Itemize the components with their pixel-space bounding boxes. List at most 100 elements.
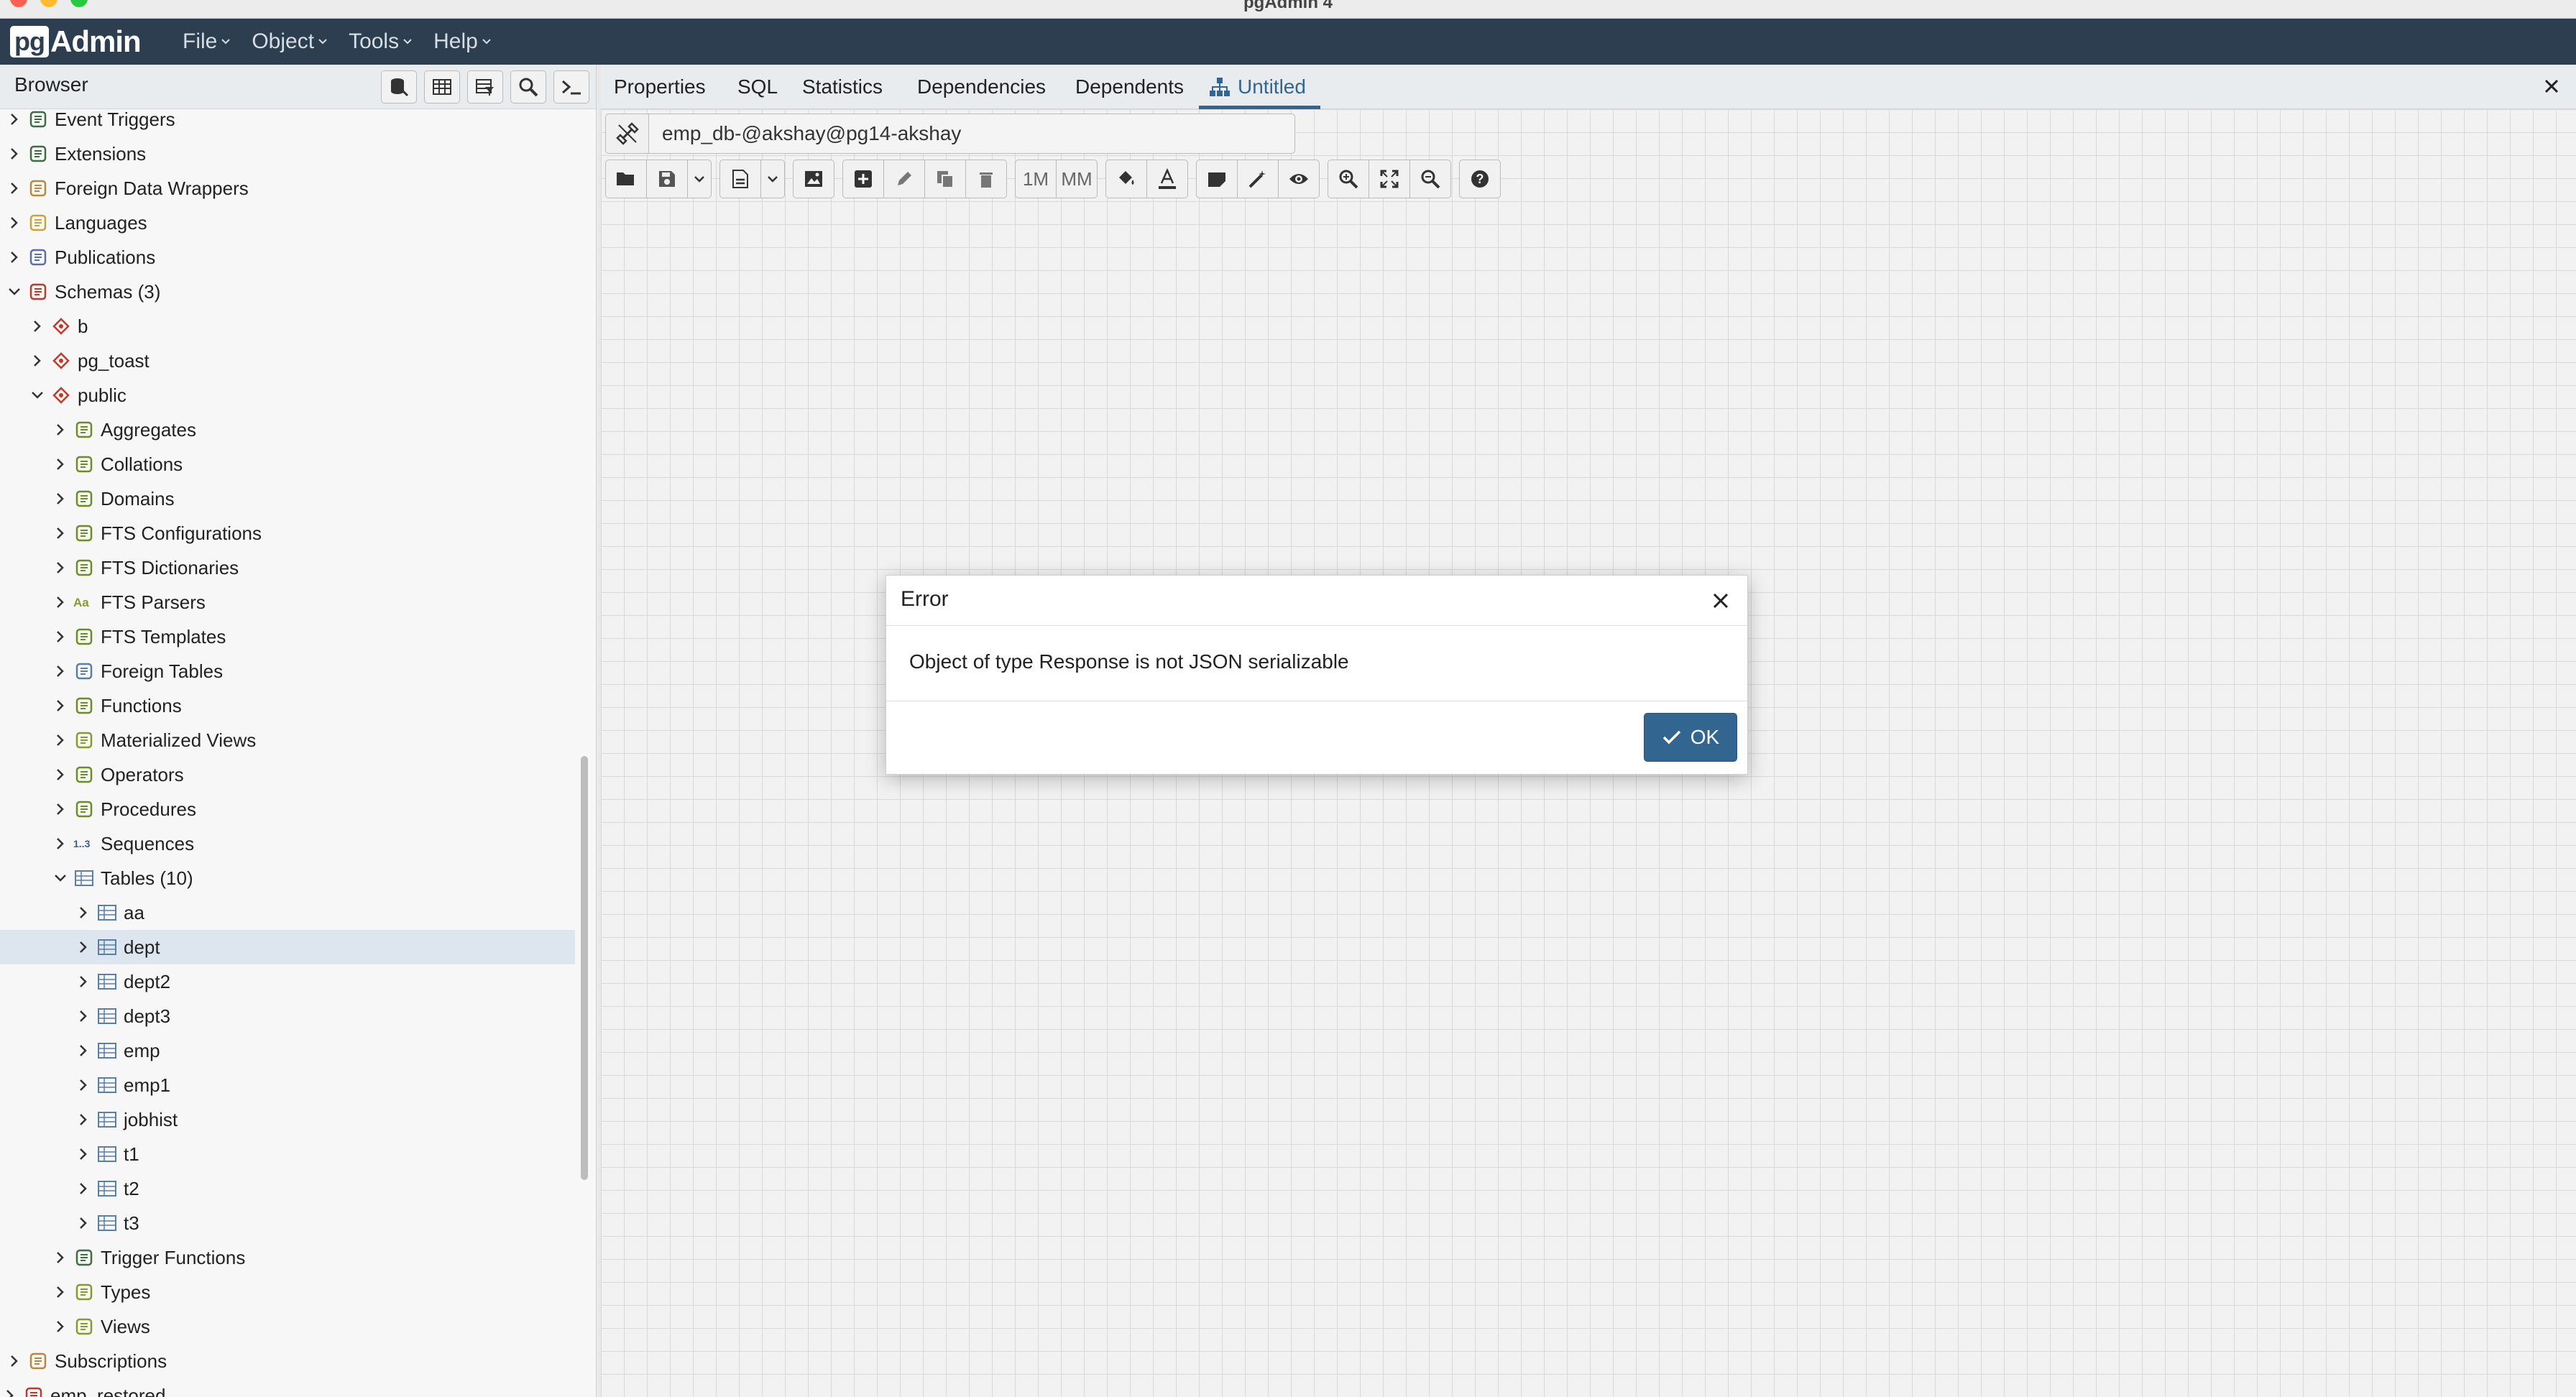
chevron-right-icon[interactable] [50, 661, 70, 681]
chevron-right-icon[interactable] [50, 454, 70, 474]
tab-dependencies[interactable]: Dependencies [917, 65, 1046, 109]
chevron-right-icon[interactable] [50, 834, 70, 854]
tree-node[interactable]: dept2 [0, 964, 575, 999]
tree-node[interactable]: Publications [0, 240, 575, 275]
tree-node[interactable]: Functions [0, 688, 575, 723]
chevron-right-icon[interactable] [50, 1248, 70, 1268]
tab-sql[interactable]: SQL [737, 65, 778, 109]
chevron-right-icon[interactable] [50, 420, 70, 440]
psql-terminal-button[interactable] [553, 70, 589, 103]
zoom-to-fit-button[interactable] [1368, 160, 1410, 198]
save-options-button[interactable] [687, 160, 712, 198]
chevron-right-icon[interactable] [73, 1144, 93, 1164]
connection-field[interactable]: emp_db-@akshay@pg14-akshay [648, 114, 1295, 154]
query-tool-button[interactable] [381, 70, 417, 103]
chevron-right-icon[interactable] [73, 1213, 93, 1233]
view-data-button[interactable] [424, 70, 460, 103]
chevron-right-icon[interactable] [4, 1351, 24, 1371]
tree-node[interactable]: pg_toast [0, 344, 575, 378]
chevron-right-icon[interactable] [50, 1317, 70, 1337]
chevron-right-icon[interactable] [73, 1110, 93, 1130]
menu-file[interactable]: File [183, 29, 231, 54]
tree-node[interactable]: t3 [0, 1206, 575, 1240]
chevron-down-icon[interactable] [50, 868, 70, 888]
open-file-button[interactable] [605, 160, 647, 198]
chevron-right-icon[interactable] [50, 627, 70, 647]
tree-node[interactable]: 1..3 Sequences [0, 826, 575, 861]
tree-node[interactable]: Trigger Functions [0, 1240, 575, 1275]
text-color-button[interactable] [1146, 160, 1188, 198]
tab-statistics[interactable]: Statistics [802, 65, 883, 109]
chevron-right-icon[interactable] [50, 730, 70, 750]
tree-node[interactable]: emp1 [0, 1068, 575, 1102]
tree-node[interactable]: Subscriptions [0, 1344, 575, 1378]
tree-node[interactable]: FTS Configurations [0, 516, 575, 550]
tree-node[interactable]: Schemas (3) [0, 275, 575, 309]
add-note-button[interactable] [1196, 160, 1238, 198]
chevron-right-icon[interactable] [4, 178, 24, 198]
tab-dependents[interactable]: Dependents [1075, 65, 1184, 109]
chevron-right-icon[interactable] [73, 903, 93, 923]
scrollbar-thumb[interactable] [581, 756, 588, 1180]
tree-node[interactable]: Operators [0, 757, 575, 792]
tree-node[interactable]: aa [0, 895, 575, 930]
chevron-right-icon[interactable] [73, 1041, 93, 1061]
close-panel-button[interactable] [2540, 75, 2563, 98]
tree-node[interactable]: Event Triggers [0, 109, 575, 137]
tree-node[interactable]: jobhist [0, 1102, 575, 1137]
tree-node[interactable]: public [0, 378, 575, 412]
tree-node[interactable]: FTS Dictionaries [0, 550, 575, 585]
chevron-right-icon[interactable] [27, 316, 47, 336]
chevron-right-icon[interactable] [73, 1006, 93, 1026]
chevron-right-icon[interactable] [27, 351, 47, 371]
chevron-right-icon[interactable] [50, 696, 70, 716]
tree-node[interactable]: dept [0, 930, 575, 964]
save-button[interactable] [646, 160, 688, 198]
tree-node[interactable]: dept3 [0, 999, 575, 1033]
tree-node[interactable]: Types [0, 1275, 575, 1309]
tree-node[interactable]: emp [0, 1033, 575, 1068]
zoom-out-button[interactable] [1409, 160, 1451, 198]
connection-status-button[interactable] [605, 114, 648, 154]
tree-node[interactable]: Domains [0, 481, 575, 516]
tree-node[interactable]: Procedures [0, 792, 575, 826]
many-to-many-button[interactable]: MM [1056, 160, 1098, 198]
edit-table-button[interactable] [883, 160, 925, 198]
chevron-down-icon[interactable] [27, 385, 47, 405]
tree-node[interactable]: Foreign Tables [0, 654, 575, 688]
clone-table-button[interactable] [924, 160, 966, 198]
chevron-right-icon[interactable] [0, 1386, 20, 1397]
dialog-close-button[interactable] [1708, 589, 1733, 613]
browser-scrollbar[interactable] [579, 109, 589, 1397]
tree-node[interactable]: Views [0, 1309, 575, 1344]
tree-node[interactable]: Foreign Data Wrappers [0, 171, 575, 206]
chevron-right-icon[interactable] [73, 937, 93, 957]
sql-options-button[interactable] [760, 160, 785, 198]
chevron-right-icon[interactable] [4, 144, 24, 164]
chevron-right-icon[interactable] [50, 489, 70, 509]
generate-sql-button[interactable] [719, 160, 761, 198]
chevron-right-icon[interactable] [73, 1179, 93, 1199]
chevron-right-icon[interactable] [4, 109, 24, 129]
chevron-right-icon[interactable] [73, 972, 93, 992]
tree-node[interactable]: Materialized Views [0, 723, 575, 757]
menu-tools[interactable]: Tools [349, 29, 412, 54]
chevron-right-icon[interactable] [4, 213, 24, 233]
tree-node[interactable]: Tables (10) [0, 861, 575, 895]
chevron-right-icon[interactable] [50, 799, 70, 819]
tree-node[interactable]: b [0, 309, 575, 344]
chevron-right-icon[interactable] [73, 1075, 93, 1095]
help-button[interactable]: ? [1459, 160, 1501, 198]
tree-node[interactable]: Extensions [0, 137, 575, 171]
ok-button[interactable]: OK [1644, 713, 1737, 762]
chevron-right-icon[interactable] [50, 558, 70, 578]
tree-node[interactable]: Collations [0, 447, 575, 481]
tree-node[interactable]: Aa FTS Parsers [0, 585, 575, 619]
tree-node[interactable]: t2 [0, 1171, 575, 1206]
tree-node[interactable]: emp_restored [0, 1378, 575, 1397]
tab-properties[interactable]: Properties [614, 65, 706, 109]
menu-help[interactable]: Help [433, 29, 491, 54]
one-to-many-button[interactable]: 1M [1015, 160, 1057, 198]
show-details-button[interactable] [1278, 160, 1320, 198]
fill-color-button[interactable] [1105, 160, 1147, 198]
